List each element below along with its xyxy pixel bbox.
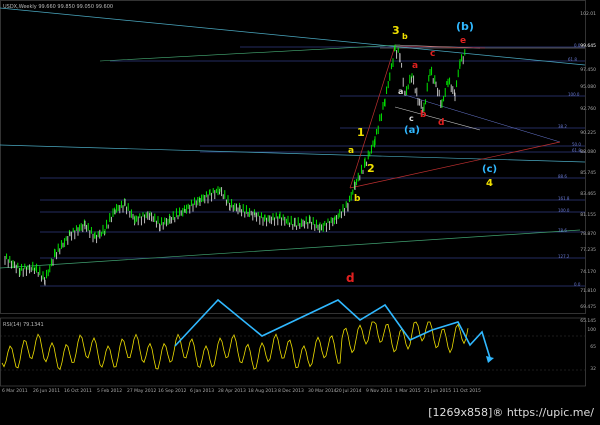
date-label: 20 Jul 2014 [336,389,362,394]
price-label: 92.760 [580,107,596,112]
rsi-axis-label: 65 [590,345,596,350]
symbol-header: USDX,Weekly 99.660 99.850 99.050 99.600 [3,4,114,10]
price-label: 95.080 [580,85,596,90]
price-label: 77.235 [580,248,596,253]
wave-label-a-paren: (a) [404,125,420,136]
fib-label: 38.2 [558,124,567,129]
price-label: 69.475 [580,305,596,310]
price-label: 71.810 [580,289,596,294]
fib-label: 61.8 [568,57,577,62]
date-label: 6 Mar 2011 [2,389,28,394]
wave-label-c-red: c [430,49,436,59]
fib-label: 127.2 [558,254,570,259]
date-label: 11 Oct 2015 [453,389,481,394]
price-label: 99.645 [580,44,596,49]
wave-label-d-red: d [438,118,445,128]
wave-label-b-paren: (b) [456,20,474,33]
price-label: 102.01 [580,12,596,17]
price-label: 74.170 [580,270,596,275]
wave-label-a-red: a [412,61,419,71]
fib-label: 0.0 [574,282,581,287]
wave-label-d-main: d [346,271,355,285]
wave-label-2: 2 [367,162,375,175]
date-label: 16 Sep 2012 [158,389,187,394]
wave-label-4: 4 [486,178,493,189]
price-label: 65.145 [580,319,596,324]
date-label: 6 Jan 2013 [190,389,215,394]
date-label: 18 Aug 2013 [248,389,277,394]
date-label: 26 Jun 2011 [33,389,61,394]
wave-label-c-paren: (c) [482,164,498,175]
date-label: 8 Dec 2013 [278,389,304,394]
date-label: 21 Jun 2015 [424,389,452,394]
wave-label-1: 1 [357,126,365,139]
rsi-axis-label: 32 [590,367,596,372]
price-label: 85.745 [580,171,596,176]
wave-label-a-yellow: a [348,146,355,156]
wave-label-b-red: b [420,110,427,120]
fib-label: 88.6 [558,174,567,179]
rsi-axis-label: 100 [587,328,596,333]
date-label: 5 Feb 2012 [97,389,123,394]
watermark: [1269x858]® https://upic.me/ [428,406,594,419]
price-label: 81.155 [580,213,596,218]
date-label: 30 Mar 2014 [308,389,337,394]
wave-label-e-red: e [460,36,467,46]
wave-label-a-white: a [398,87,404,96]
price-chart[interactable] [0,0,600,425]
zigzag-arrow-icon [486,356,494,363]
price-bars [4,44,466,286]
fib-label: 61.8 [572,148,581,153]
fib-levels [40,46,585,287]
fib-label: 100.0 [568,92,580,97]
wave-label-b: b [402,32,408,41]
price-label: 88.080 [580,150,596,155]
date-label: 28 Apr 2013 [218,389,246,394]
date-label: 16 Oct 2011 [64,389,92,394]
date-label: 1 Mar 2015 [395,389,421,394]
price-label: 90.225 [580,131,596,136]
price-label: 83.465 [580,192,596,197]
fib-label: 50.0 [572,142,581,147]
fib-label: 78.6 [558,228,567,233]
price-label: 97.450 [580,68,596,73]
price-label: 78.870 [580,232,596,237]
main-pane-frame [0,0,586,314]
fib-label: 161.8 [558,196,570,201]
rsi-header: RSI(14) 79.1341 [3,322,44,328]
fib-label: 0.0 [574,43,581,48]
wave-label-b-yellow: b [354,194,361,204]
fib-label: 100.0 [558,208,570,213]
date-label: 27 May 2012 [127,389,157,394]
wave-label-3: 3 [392,24,400,37]
rsi-zigzag [174,298,491,359]
date-label: 9 Nov 2014 [366,389,392,394]
rsi-line [1,321,469,371]
wave-label-c-white: c [409,114,414,123]
